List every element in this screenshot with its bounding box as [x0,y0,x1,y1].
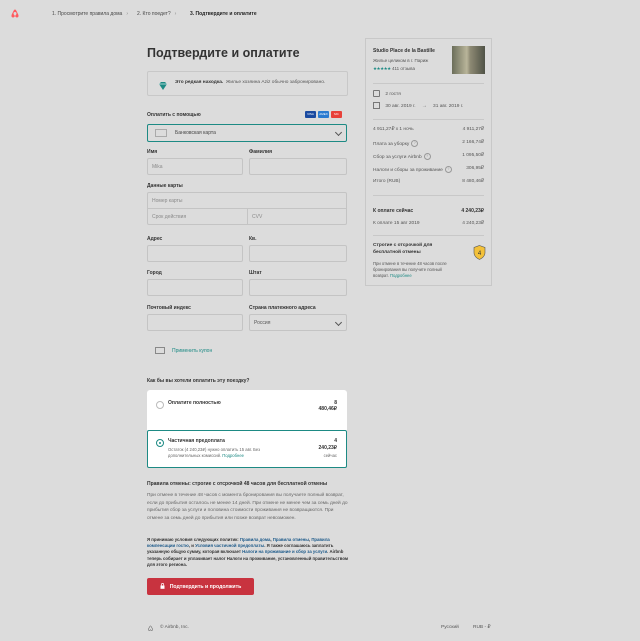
policy-text: При отмене в течение 48 часов после брон… [373,261,447,278]
apartment-field[interactable] [249,245,347,262]
price-row-taxes: Налоги и сборы за проживание? 306,95₽ [373,166,484,173]
payment-method-select[interactable]: Банковская карта [147,124,347,142]
pay-in-full-amount: 8 480,46₽ [318,400,337,412]
currency-selector[interactable]: RUB - ₽ [473,625,490,630]
apply-coupon-link[interactable]: Применить купон [155,347,212,354]
listing-title: Studio Place de la Bastille [373,48,435,54]
address-label: Адрес [147,236,163,242]
payment-plan-options: Оплатите полностью 8 480,46₽ Частичная пр… [147,390,347,468]
guests-icon [373,90,380,97]
partial-payment-option[interactable]: Частичная предоплата Остаток (4 240,23₽)… [147,430,347,468]
last-name-label: Фамилия [249,149,272,155]
coupon-icon [155,347,165,354]
help-icon[interactable]: ? [411,140,419,147]
due-now-row: К оплате сейчас 4 240,23₽ [373,208,484,214]
taxes-fees-link[interactable]: Налоги на проживание и сбор за услуги [242,549,327,554]
visa-icon: VISA [305,111,316,118]
confirm-button-label: Подтвердить и продолжить [169,583,242,590]
mastercard-icon: MC [331,111,342,118]
address-field[interactable] [147,245,243,262]
help-icon[interactable]: ? [444,166,452,173]
booking-summary: Studio Place de la Bastille Жилье целико… [365,38,492,286]
pay-in-full-radio[interactable] [156,401,164,409]
house-rules-link[interactable]: Правила дома [240,537,271,542]
policy-more-link[interactable]: Подробнее [390,273,412,278]
footer-logo-icon[interactable] [147,625,154,634]
state-label: Штат [249,270,262,276]
diamond-icon [158,78,168,90]
city-field[interactable] [147,279,243,296]
partial-payment-radio[interactable] [156,439,164,447]
payment-plan-question: Как бы вы хотели оплатить эту поездку? [147,378,250,384]
pay-in-full-title: Оплатите полностью [168,400,221,406]
price-row-cleaning: Плата за уборку? 2 166,74₽ [373,140,484,147]
cancellation-policy-link[interactable]: Правила отмены [273,537,309,542]
cancellation-text: При отмене в течение 48 часов с момента … [147,493,348,521]
chevron-right-icon: › [126,11,128,17]
first-name-field[interactable]: Mika [147,158,243,175]
arrow-right-icon: → [421,103,427,109]
calendar-icon [373,102,380,109]
airbnb-logo-icon[interactable] [9,8,21,20]
country-select[interactable]: Россия [249,314,347,331]
footer-copyright: © Airbnb, Inc. [160,625,189,630]
partial-payment-terms-link[interactable]: Условия частичной предоплаты [195,543,264,548]
shield-calendar-icon: 4 [473,245,486,265]
country-label: Страна платежного адреса [249,305,316,311]
language-selector[interactable]: Русский [441,625,459,630]
credit-card-icon [155,129,167,137]
confirm-continue-button[interactable]: Подтвердить и продолжить [147,578,254,595]
breadcrumb-step-1[interactable]: 1. Просмотрите правила дома › [52,11,128,17]
help-icon[interactable]: ? [423,153,431,160]
pay-in-full-option[interactable]: Оплатите полностью 8 480,46₽ [147,390,347,427]
page-title: Подтвердите и оплатите [147,46,300,60]
price-row-nightly: 4 911,27₽ x 1 ночь 4 911,27₽ [373,127,484,132]
price-row-service-fee: Сбор за услуги Airbnb? 1 095,50₽ [373,153,484,160]
country-value: Россия [254,319,271,326]
chevron-down-icon [334,128,343,137]
coupon-label: Применить купон [172,347,213,354]
expiry-field[interactable]: Срок действия [147,208,248,225]
amex-icon: AMEX [318,111,329,118]
terms-text: Я принимаю условия следующих политик: Пр… [147,537,349,567]
chevron-down-icon [334,318,343,327]
guests-row: 2 гостя [373,90,484,97]
partial-payment-desc: Остаток (4 240,23₽) нужно оплатить 15 ав… [168,447,261,458]
card-details-label: Данные карты [147,183,183,189]
policy-title: Строгие с отсрочкой для бесплатной отмен… [373,243,433,255]
due-later-row: К оплате 15 авг 2019 4 240,23₽ [373,221,484,226]
price-row-total: Итого (RUB) 8 480,46₽ [373,179,484,184]
more-link[interactable]: Подробнее [222,453,244,458]
listing-subtitle: Жилье целиком в г. Париж [373,58,429,63]
dates-row: 30 авг. 2019 г. → 31 авг. 2019 г. [373,102,484,109]
zip-field[interactable] [147,314,243,331]
card-number-field[interactable]: Номер карты [147,192,347,209]
cancellation-heading: Правила отмены: строгие с отсрочкой 48 ч… [147,481,328,487]
listing-photo[interactable] [452,46,485,74]
partial-payment-amount: 4 240,23₽ сейчас [318,438,337,458]
rare-find-text: Это редкая находка. Жилье хозяина Aziz о… [175,80,326,85]
chevron-right-icon: › [174,11,177,17]
zip-label: Почтовый индекс [147,305,191,311]
breadcrumb-step-2[interactable]: 2. Кто поедет? › [137,11,176,17]
city-label: Город [147,270,162,276]
partial-payment-title: Частичная предоплата [168,438,225,444]
payment-method-value: Банковская карта [175,130,216,136]
breadcrumb-step-3: 3. Подтвердите и оплатите [190,11,257,17]
star-rating-icon: ★★★★★ [373,66,391,71]
cvv-field[interactable]: CVV [247,208,347,225]
rare-find-banner: Это редкая находка. Жилье хозяина Aziz о… [147,71,348,96]
apartment-label: Кв. [249,236,257,242]
last-name-field[interactable] [249,158,347,175]
listing-rating: ★★★★★ 411 отзыва [373,66,415,71]
lock-icon [160,582,165,591]
payment-label: Оплатить с помощью [147,112,201,118]
state-field[interactable] [249,279,347,296]
first-name-label: Имя [147,149,158,155]
